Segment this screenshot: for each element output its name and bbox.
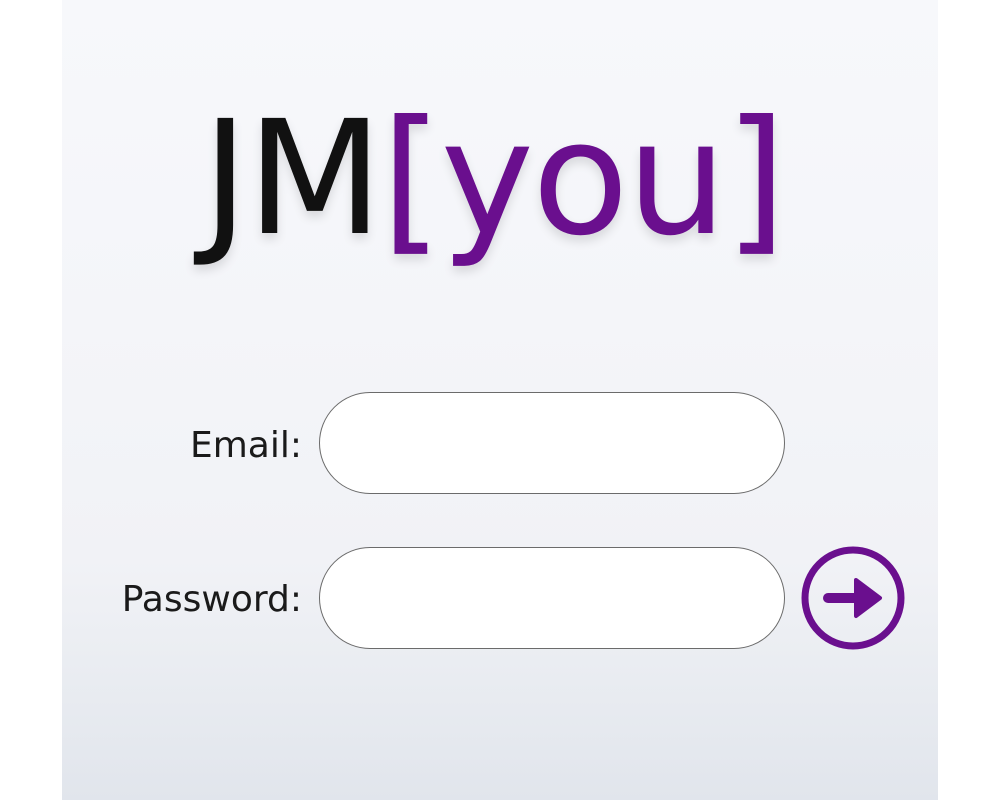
- logo: JM[you]: [202, 100, 787, 258]
- email-field[interactable]: [319, 392, 785, 494]
- password-label: Password:: [121, 579, 302, 620]
- email-label: Email:: [189, 425, 302, 466]
- password-field[interactable]: [319, 547, 785, 649]
- logo-you: [you]: [380, 87, 787, 271]
- logo-jm: JM: [202, 87, 383, 271]
- arrow-right-circle-icon: [801, 546, 905, 650]
- login-panel: JM[you] Email: Password:: [62, 0, 938, 800]
- submit-button[interactable]: [800, 545, 906, 651]
